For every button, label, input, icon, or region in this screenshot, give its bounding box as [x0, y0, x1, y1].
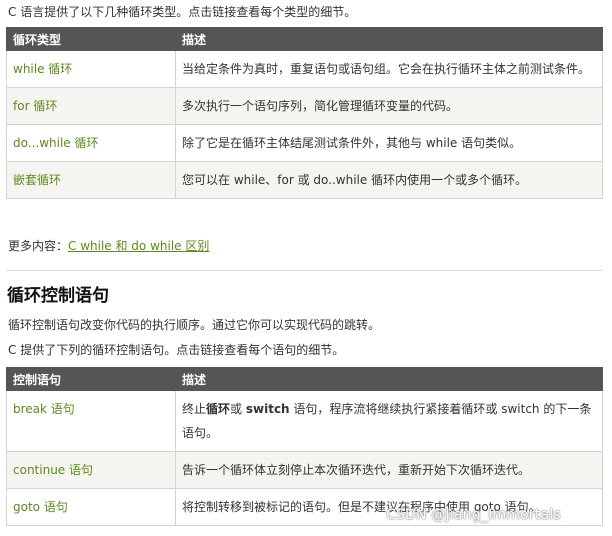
table-header-row: 控制语句 描述: [6, 367, 603, 391]
loop-type-description: 多次执行一个语句序列，简化管理循环变量的代码。: [175, 87, 603, 125]
more-content-label: 更多内容：: [8, 239, 69, 253]
description-text: 终止: [182, 402, 207, 416]
table-row: for 循环 多次执行一个语句序列，简化管理循环变量的代码。: [6, 87, 603, 125]
loop-type-link-nested[interactable]: 嵌套循环: [6, 161, 176, 199]
column-header-description: 描述: [175, 367, 603, 391]
loop-type-link-for[interactable]: for 循环: [6, 87, 176, 125]
table-row: continue 语句 告诉一个循环体立刻停止本次循环迭代，重新开始下次循环迭代…: [6, 451, 603, 489]
column-header-loop-type: 循环类型: [6, 27, 176, 51]
section-heading: 循环控制语句: [7, 286, 109, 306]
csdn-watermark: CSDN @Jiang_Immortals: [386, 507, 561, 523]
control-statement-description: 终止循环或 switch 语句，程序流将继续执行紧接着循环或 switch 的下…: [175, 390, 603, 452]
section-divider: [6, 270, 603, 271]
description-text: 或: [230, 402, 246, 416]
control-statement-link-continue[interactable]: continue 语句: [6, 451, 176, 489]
loop-types-table: 循环类型 描述 while 循环 当给定条件为真时，重复语句或语句组。它会在执行…: [6, 27, 603, 199]
loop-type-description: 除了它是在循环主体结尾测试条件外，其他与 while 语句类似。: [175, 124, 603, 162]
table-row: break 语句 终止循环或 switch 语句，程序流将继续执行紧接着循环或 …: [6, 390, 603, 452]
loop-type-description: 当给定条件为真时，重复语句或语句组。它会在执行循环主体之前测试条件。: [175, 50, 603, 88]
table-row: 嵌套循环 您可以在 while、for 或 do..while 循环内使用一个或…: [6, 161, 603, 199]
table-header-row: 循环类型 描述: [6, 27, 603, 51]
description-keyword: switch: [245, 402, 290, 416]
column-header-control-statement: 控制语句: [6, 367, 176, 391]
control-statement-link-goto[interactable]: goto 语句: [6, 488, 176, 526]
section-paragraph: 循环控制语句改变你代码的执行顺序。通过它你可以实现代码的跳转。: [8, 318, 381, 332]
description-keyword: 循环: [206, 402, 231, 416]
loop-type-description: 您可以在 while、for 或 do..while 循环内使用一个或多个循环。: [175, 161, 603, 199]
table-row: while 循环 当给定条件为真时，重复语句或语句组。它会在执行循环主体之前测试…: [6, 50, 603, 88]
intro-text: C 语言提供了以下几种循环类型。点击链接查看每个类型的细节。: [8, 5, 357, 19]
table-row: do...while 循环 除了它是在循环主体结尾测试条件外，其他与 while…: [6, 124, 603, 162]
loop-type-link-while[interactable]: while 循环: [6, 50, 176, 88]
loop-type-link-do-while[interactable]: do...while 循环: [6, 124, 176, 162]
more-content-line: 更多内容：C while 和 do while 区别: [8, 236, 209, 256]
while-vs-do-while-link[interactable]: C while 和 do while 区别: [68, 239, 209, 253]
column-header-description: 描述: [175, 27, 603, 51]
control-statement-description: 告诉一个循环体立刻停止本次循环迭代，重新开始下次循环迭代。: [175, 451, 603, 489]
control-statements-table: 控制语句 描述 break 语句 终止循环或 switch 语句，程序流将继续执…: [6, 367, 603, 526]
section-paragraph: C 提供了下列的循环控制语句。点击链接查看每个语句的细节。: [8, 343, 345, 357]
control-statement-link-break[interactable]: break 语句: [6, 390, 176, 452]
